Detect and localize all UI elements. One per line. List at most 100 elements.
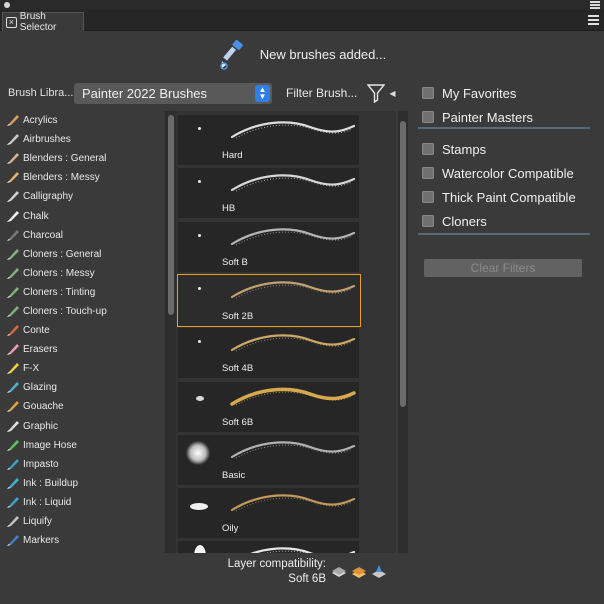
thick-paint-layer-icon <box>352 567 366 578</box>
filter-checkbox[interactable] <box>422 167 434 179</box>
category-item[interactable]: Graphic <box>0 417 165 436</box>
filter-separator <box>418 127 590 129</box>
category-item[interactable]: Cloners : Tinting <box>0 283 165 302</box>
filter-option[interactable]: Painter Masters <box>422 108 533 126</box>
category-item[interactable]: Erasers <box>0 340 165 359</box>
category-label: Graphic <box>23 420 59 432</box>
category-item[interactable]: Conte <box>0 321 165 340</box>
dab-preview-icon <box>198 127 201 130</box>
marker-icon <box>7 535 19 547</box>
filter-checkbox[interactable] <box>422 87 434 99</box>
tab-brush-selector[interactable]: × Brush Selector <box>2 11 84 33</box>
filter-checkbox[interactable] <box>422 191 434 203</box>
graphic-icon <box>7 420 19 432</box>
filter-label: Cloners <box>442 213 487 229</box>
stroke-preview <box>230 174 356 192</box>
brush-variant[interactable]: Hard <box>178 115 359 165</box>
filter-icon[interactable] <box>367 83 386 103</box>
filter-checkbox[interactable] <box>422 111 434 123</box>
filter-label: Watercolor Compatible <box>442 165 574 181</box>
collapse-arrow-icon[interactable]: ◀ <box>389 89 395 98</box>
filter-checkbox[interactable] <box>422 215 434 227</box>
filter-label: Thick Paint Compatible <box>442 189 576 205</box>
category-item[interactable]: Image Hose <box>0 436 165 455</box>
category-item[interactable]: Cloners : Touch-up <box>0 302 165 321</box>
brush-library-label: Brush Libra... <box>8 87 74 99</box>
category-item[interactable]: Cloners : General <box>0 245 165 264</box>
filter-option[interactable]: Stamps <box>422 140 486 158</box>
filter-checkbox[interactable] <box>422 143 434 155</box>
dab-preview-icon <box>198 233 201 237</box>
brush-variant[interactable]: Oily <box>178 488 359 539</box>
brush-variant[interactable]: Basic <box>178 434 359 485</box>
category-item[interactable]: Gouache <box>0 397 165 416</box>
dab-preview-icon <box>196 395 204 401</box>
category-item[interactable]: Airbrushes <box>0 130 165 149</box>
acrylics-icon <box>7 115 19 127</box>
filter-option[interactable]: Watercolor Compatible <box>422 164 574 182</box>
liquify-icon <box>7 516 19 528</box>
filter-option[interactable]: Cloners <box>422 212 487 230</box>
dab-preview-icon <box>198 286 201 290</box>
clear-filters-button[interactable]: Clear Filters <box>424 259 582 277</box>
bottom-bar <box>0 589 604 604</box>
library-bar: Brush Libra... Painter 2022 Brushes ▲ ▼ F… <box>0 77 414 109</box>
category-label: Acrylics <box>23 115 58 127</box>
brush-variant[interactable]: Soft B <box>178 221 359 272</box>
category-item[interactable]: Acrylics <box>0 111 165 130</box>
category-label: Blenders : Messy <box>23 172 100 184</box>
panel-menu-icon[interactable] <box>588 15 599 26</box>
eraser-icon <box>7 344 19 356</box>
category-label: Cloners : Touch-up <box>23 305 107 317</box>
variant-scrollbar[interactable] <box>398 111 408 553</box>
category-label: Cloners : Tinting <box>23 286 96 298</box>
category-label: Cloners : General <box>23 248 102 260</box>
category-item[interactable]: Calligraphy <box>0 187 165 206</box>
dab-preview-icon <box>198 340 201 344</box>
brush-variant-label: Soft 6B <box>222 416 254 428</box>
category-label: Airbrushes <box>23 134 71 146</box>
category-label: Ink : Liquid <box>23 496 72 508</box>
category-item[interactable]: Cloners : Messy <box>0 264 165 283</box>
new-brushes-notice[interactable]: New brushes added... <box>0 32 604 77</box>
category-scroll-thumb[interactable] <box>168 115 174 315</box>
filter-label: Stamps <box>442 141 487 157</box>
brush-variant[interactable]: Soft 4B <box>178 328 359 379</box>
category-item[interactable]: Markers <box>0 531 165 550</box>
variant-scroll-thumb[interactable] <box>400 121 406 407</box>
brush-library-select[interactable]: Painter 2022 Brushes ▲ ▼ <box>74 82 272 104</box>
filter-option[interactable]: Thick Paint Compatible <box>422 188 576 206</box>
window-menu-icon[interactable] <box>590 1 600 9</box>
filter-option[interactable]: My Favorites <box>422 84 516 102</box>
category-item[interactable]: Liquify <box>0 512 165 531</box>
brush-variant[interactable] <box>178 541 359 553</box>
brush-variant[interactable]: Soft 6B <box>178 381 359 432</box>
category-label: Ink : Buildup <box>23 477 79 489</box>
brush-variant-label: Basic <box>222 469 246 481</box>
category-item[interactable]: F-X <box>0 359 165 378</box>
brush-variant[interactable]: HB <box>178 168 359 219</box>
category-item[interactable]: Blenders : Messy <box>0 168 165 187</box>
category-item[interactable]: Impasto <box>0 455 165 474</box>
category-label: Markers <box>23 535 60 547</box>
filter-brushes-label: Filter Brush... <box>286 86 358 100</box>
glazing-icon <box>7 382 19 394</box>
category-item[interactable]: Glazing <box>0 378 165 397</box>
category-label: Image Hose <box>23 439 77 451</box>
category-item[interactable]: Chalk <box>0 206 165 225</box>
default-layer-icon <box>332 567 346 577</box>
category-scrollbar[interactable] <box>166 111 176 553</box>
category-item[interactable]: Blenders : General <box>0 149 165 168</box>
stroke-preview <box>230 227 356 246</box>
brush-variant-label: HB <box>222 203 236 215</box>
brush-dropper-icon <box>220 39 243 70</box>
brush-variant[interactable]: Soft 2B <box>177 273 361 327</box>
category-label: Charcoal <box>23 229 64 241</box>
close-icon[interactable]: × <box>6 16 17 28</box>
category-label: Liquify <box>23 516 52 528</box>
category-item[interactable]: Ink : Buildup <box>0 474 165 493</box>
brush-category-list: Acrylics Airbrushes Blenders : General Blen… <box>0 111 166 553</box>
category-item[interactable]: Ink : Liquid <box>0 493 165 512</box>
brush-variant-label: Hard <box>222 150 243 161</box>
category-item[interactable]: Charcoal <box>0 226 165 245</box>
